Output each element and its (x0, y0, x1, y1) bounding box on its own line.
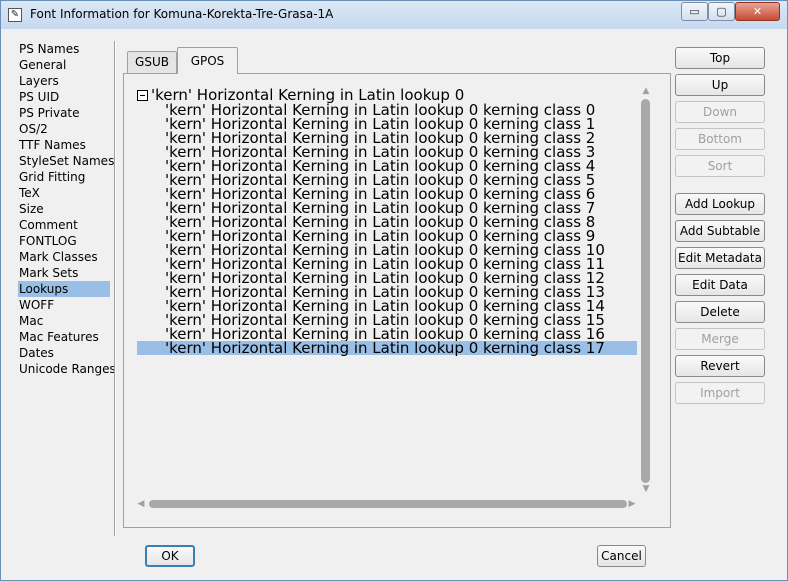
font-info-window: ✎ Font Information for Komuna-Korekta-Tr… (0, 0, 788, 581)
scroll-up-arrow-icon[interactable]: ▲ (641, 87, 651, 96)
sidebar-item-woff[interactable]: WOFF (18, 297, 110, 313)
sidebar-item-general[interactable]: General (18, 57, 110, 73)
sidebar-item-ttf-names[interactable]: TTF Names (18, 137, 110, 153)
delete-button[interactable]: Delete (675, 301, 765, 323)
edit-data-button[interactable]: Edit Data (675, 274, 765, 296)
subtable-row[interactable]: 'kern' Horizontal Kerning in Latin looku… (137, 341, 637, 356)
sidebar-item-ps-private[interactable]: PS Private (18, 105, 110, 121)
sidebar-item-layers[interactable]: Layers (18, 73, 110, 89)
merge-button[interactable]: Merge (675, 328, 765, 350)
horizontal-scrollbar[interactable]: ◀ ▶ (137, 498, 637, 510)
close-button[interactable]: ✕ (735, 2, 780, 21)
sidebar-item-fontlog[interactable]: FONTLOG (18, 233, 110, 249)
bottom-button[interactable]: Bottom (675, 128, 765, 150)
vertical-scroll-thumb[interactable] (641, 99, 650, 483)
edit-metadata-button[interactable]: Edit Metadata (675, 247, 765, 269)
sidebar-item-mark-classes[interactable]: Mark Classes (18, 249, 110, 265)
tab-gsub[interactable]: GSUB (127, 51, 177, 73)
lookup-tree[interactable]: 'kern' Horizontal Kerning in Latin looku… (137, 87, 637, 356)
tab-gpos[interactable]: GPOS (177, 47, 238, 74)
app-icon: ✎ (8, 8, 22, 22)
sidebar-item-ps-names[interactable]: PS Names (18, 41, 110, 57)
add-lookup-button[interactable]: Add Lookup (675, 193, 765, 215)
sidebar-item-os-2[interactable]: OS/2 (18, 121, 110, 137)
revert-button[interactable]: Revert (675, 355, 765, 377)
import-button[interactable]: Import (675, 382, 765, 404)
ok-button[interactable]: OK (145, 545, 195, 567)
scroll-right-arrow-icon[interactable]: ▶ (628, 498, 636, 510)
sidebar-item-size[interactable]: Size (18, 201, 110, 217)
sidebar-item-comment[interactable]: Comment (18, 217, 110, 233)
sidebar-item-styleset-names[interactable]: StyleSet Names (18, 153, 114, 169)
cancel-button[interactable]: Cancel (597, 545, 646, 567)
window-title: Font Information for Komuna-Korekta-Tre-… (30, 7, 334, 21)
sidebar-item-grid-fitting[interactable]: Grid Fitting (18, 169, 110, 185)
sort-button[interactable]: Sort (675, 155, 765, 177)
scroll-down-arrow-icon[interactable]: ▼ (641, 485, 651, 494)
category-list: PS Names General Layers PS UID PS Private OS/… (18, 41, 116, 377)
maximize-button[interactable]: ▢ (708, 2, 735, 21)
sidebar-item-tex[interactable]: TeX (18, 185, 110, 201)
collapse-toggle-icon[interactable] (137, 90, 148, 101)
title-bar: ✎ Font Information for Komuna-Korekta-Tr… (1, 1, 787, 29)
sidebar-item-unicode-ranges[interactable]: Unicode Ranges (18, 361, 116, 377)
sidebar-item-dates[interactable]: Dates (18, 345, 110, 361)
vertical-scrollbar[interactable]: ▲ ▼ (638, 87, 654, 497)
sidebar-item-mac-features[interactable]: Mac Features (18, 329, 110, 345)
sidebar-item-mark-sets[interactable]: Mark Sets (18, 265, 110, 281)
minimize-button[interactable]: ▭ (681, 2, 708, 21)
sidebar-divider (114, 41, 116, 536)
horizontal-scroll-thumb[interactable] (149, 500, 627, 508)
up-button[interactable]: Up (675, 74, 765, 96)
sidebar-item-lookups[interactable]: Lookups (18, 281, 110, 297)
down-button[interactable]: Down (675, 101, 765, 123)
sidebar-item-ps-uid[interactable]: PS UID (18, 89, 110, 105)
top-button[interactable]: Top (675, 47, 765, 69)
scroll-left-arrow-icon[interactable]: ◀ (137, 498, 145, 510)
add-subtable-button[interactable]: Add Subtable (675, 220, 765, 242)
sidebar-item-mac[interactable]: Mac (18, 313, 110, 329)
